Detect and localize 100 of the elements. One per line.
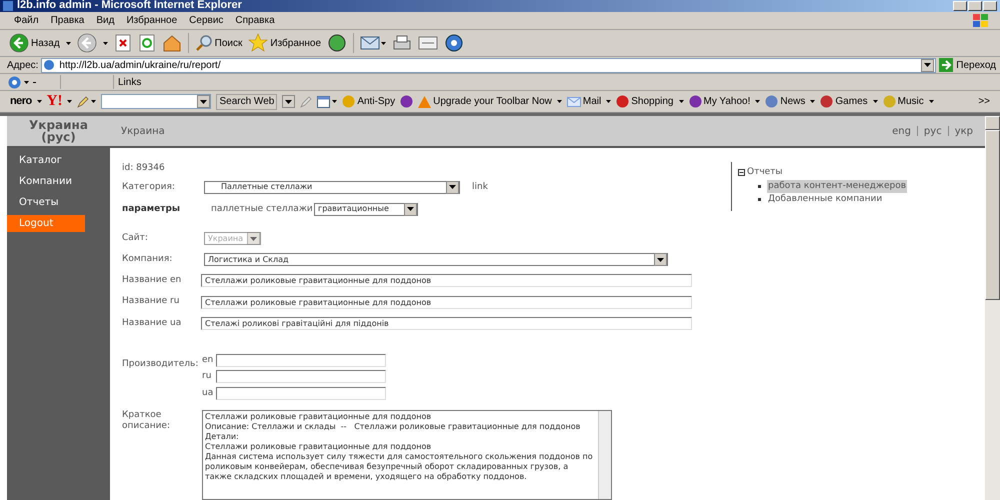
dropdown-caret-icon[interactable] — [678, 100, 684, 103]
dropdown-caret-icon[interactable] — [381, 42, 386, 44]
dropdown-caret-icon[interactable] — [102, 42, 108, 44]
field-label: Краткое описание: — [122, 410, 172, 434]
description-textarea[interactable] — [202, 410, 612, 500]
refresh-icon[interactable] — [138, 34, 156, 52]
warning-icon — [418, 96, 432, 108]
description-line: Детали: — [205, 432, 240, 442]
menu-item[interactable]: Справка — [229, 13, 281, 28]
breadcrumb[interactable]: Украина — [121, 124, 165, 138]
toolbar-link[interactable]: My Yahoo! — [704, 94, 750, 109]
dropdown-caret-icon[interactable] — [606, 100, 612, 103]
text-field[interactable]: Стеллажи роликовые гравитационные для поддонов — [201, 274, 692, 288]
toolbar-link[interactable]: Shopping — [631, 94, 674, 109]
links-label[interactable]: Links — [118, 74, 142, 90]
field-label: Название en — [122, 274, 182, 288]
favorites-button[interactable]: Избранное — [270, 36, 322, 50]
dropdown-caret-icon[interactable] — [872, 100, 878, 103]
printer-icon[interactable] — [392, 34, 412, 52]
mail-icon[interactable] — [360, 35, 380, 51]
text-field[interactable]: Стелажі роликові гравітаційні для піддонів — [201, 316, 692, 330]
pencil-icon[interactable] — [77, 96, 90, 108]
stop-icon[interactable] — [114, 34, 132, 52]
link[interactable]: link — [472, 180, 488, 194]
minimize-button[interactable] — [953, 1, 967, 11]
text-field[interactable] — [216, 354, 386, 367]
company-select[interactable]: Логистика и Склад — [204, 253, 668, 266]
dropdown-caret-icon[interactable] — [332, 100, 338, 103]
window-icon[interactable] — [317, 96, 330, 108]
page-scrollbar[interactable] — [985, 116, 1000, 500]
dropdown-caret-icon[interactable] — [810, 100, 816, 103]
dropdown-caret-icon[interactable] — [755, 100, 760, 103]
toolbar-link[interactable]: Games — [835, 94, 868, 109]
text-field[interactable] — [216, 370, 386, 384]
nero-logo[interactable]: nero — [10, 93, 32, 110]
menu-item[interactable]: Вид — [90, 13, 120, 28]
search-field[interactable] — [101, 94, 212, 109]
language-link[interactable]: укр — [954, 124, 973, 138]
menu-item[interactable]: Сервис — [183, 13, 230, 28]
pencil-icon[interactable] — [300, 96, 312, 108]
address-label: Адрес: — [7, 58, 38, 72]
dropdown-caret-icon[interactable] — [928, 100, 934, 103]
field-label: Сайт: — [122, 232, 149, 245]
dropdown-caret-icon[interactable] — [67, 100, 72, 103]
dropdown-caret-icon[interactable] — [66, 42, 71, 44]
dropdown-caret-icon[interactable] — [36, 100, 42, 103]
close-button[interactable] — [983, 1, 997, 11]
maximize-button[interactable] — [968, 1, 982, 11]
dropdown-caret-icon[interactable] — [91, 100, 96, 103]
tree-item[interactable]: работа контент-менеджеров — [767, 180, 908, 193]
field-label: Название ua — [122, 316, 182, 330]
description-line: также складских площадей и времени, уходящего на обработку поддонов. — [205, 472, 528, 482]
tree-item[interactable]: Добавленные компании — [767, 193, 884, 206]
sidebar-item[interactable]: Каталог — [7, 152, 85, 169]
toolbar-link[interactable]: Upgrade your Toolbar Now — [433, 94, 552, 109]
toolbar-link[interactable]: Mail — [582, 94, 602, 109]
messenger-icon[interactable] — [444, 33, 464, 53]
windows-logo-icon — [972, 12, 990, 28]
scrollbar[interactable] — [598, 411, 611, 500]
sidebar-item[interactable]: Отчеты — [7, 194, 85, 211]
field-label: Название ru — [122, 295, 180, 308]
star-icon[interactable] — [248, 33, 268, 53]
collapse-icon[interactable] — [738, 169, 745, 176]
menu-item[interactable]: Правка — [44, 13, 90, 28]
param-select[interactable]: гравитационные — [314, 202, 418, 216]
search-icon[interactable] — [194, 34, 213, 52]
envelope-icon — [566, 96, 581, 106]
more-chevron[interactable]: >> — [978, 94, 990, 109]
language-code: ru — [202, 370, 212, 384]
go-button[interactable]: Переход — [956, 58, 996, 72]
text-field[interactable] — [216, 386, 386, 400]
toolbar-link[interactable]: Anti-Spy — [357, 94, 396, 109]
home-icon[interactable] — [162, 34, 182, 52]
field-label: Производитель: — [122, 358, 200, 371]
category-select[interactable]: Паллетные стеллажи — [204, 180, 460, 194]
text-field[interactable]: Стеллажи роликовые гравитационные для поддонов — [201, 296, 692, 309]
edit-icon[interactable] — [418, 34, 438, 52]
sidebar-item[interactable]: Компании — [7, 173, 85, 190]
description-line: Описание: Стеллажи и склады -- Стеллажи роликовые гравитационные для поддонов — [205, 422, 582, 432]
site-title: Украина (рус) — [28, 119, 89, 143]
menu-item[interactable]: Избранное — [120, 13, 184, 28]
go-arrow-icon[interactable] — [939, 58, 954, 72]
description-line: Данная система использует силу тяжести для самостоятельного скольжения поддонов по — [205, 452, 594, 462]
description-line: Стеллажи роликовые гравитационные для поддонов — [205, 412, 432, 422]
search-web-button[interactable]: Search Web — [216, 94, 278, 110]
field-label: Компания: — [122, 253, 174, 266]
site-select: Украина — [204, 232, 261, 246]
toolbar-link[interactable]: Music — [898, 94, 924, 109]
toolbar-link[interactable]: News — [780, 94, 806, 109]
language-link[interactable]: рус — [924, 124, 942, 138]
search-button[interactable]: Поиск — [214, 36, 242, 50]
menu-item[interactable]: Файл — [8, 13, 45, 28]
dropdown-caret-icon[interactable] — [24, 80, 36, 84]
param-name: паллетные стеллажи — [211, 202, 314, 216]
dropdown-caret-icon[interactable] — [556, 100, 562, 103]
back-button[interactable]: Назад — [31, 36, 60, 50]
field-label: Категория: — [122, 180, 176, 194]
language-link[interactable]: eng — [892, 124, 911, 138]
tree-title[interactable]: Отчеты — [747, 166, 783, 180]
address-field[interactable]: http://l2b.ua/admin/ukraine/ru/report/ — [41, 58, 936, 72]
